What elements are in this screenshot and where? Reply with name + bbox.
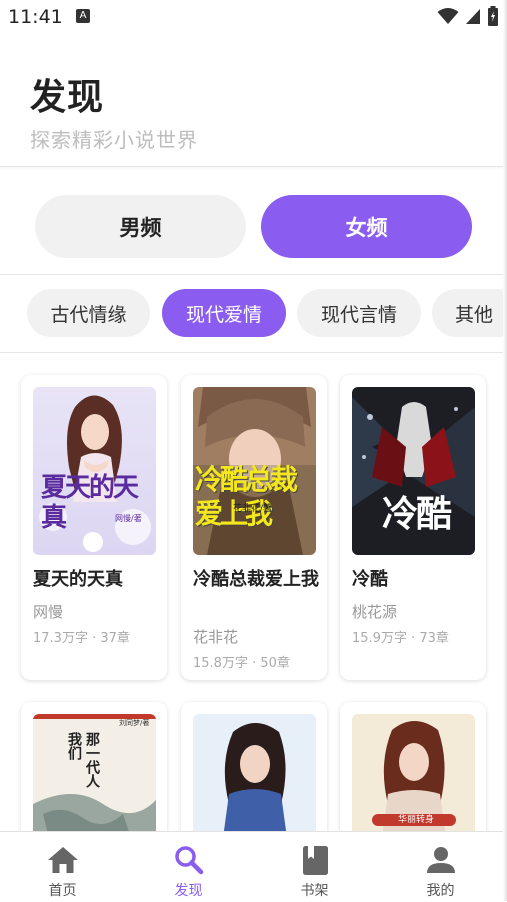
page-header: 发现 探索精彩小说世界: [0, 34, 503, 167]
search-icon: [175, 846, 204, 875]
nav-home-label: 首页: [48, 883, 77, 899]
book-card[interactable]: 冷酷 冷酷 桃花源 15.9万字 · 73章: [340, 375, 486, 680]
cover-title-text: 冷酷: [381, 494, 452, 535]
book-meta: 17.3万字 · 37章: [33, 631, 130, 646]
book-card[interactable]: 夏天的天真 网慢/著 夏天的天真 网慢 17.3万字 · 37章: [21, 375, 167, 680]
tag-modern-romance[interactable]: 现代言情: [297, 289, 421, 337]
tag-modern-love[interactable]: 现代爱情: [162, 289, 286, 337]
book-cover: 夏天的天真 网慢/著: [33, 387, 156, 555]
tag-other[interactable]: 其他: [432, 289, 503, 337]
book-title: 冷酷: [352, 569, 388, 590]
book-author: 网慢: [33, 603, 64, 621]
nav-profile[interactable]: 我的: [378, 832, 503, 902]
nav-bookshelf-label: 书架: [300, 883, 329, 899]
nav-discover-label: 发现: [174, 883, 203, 899]
home-icon: [48, 847, 78, 873]
book-meta: 15.8万字 · 50章: [193, 656, 290, 671]
nav-discover[interactable]: 发现: [126, 832, 251, 902]
signal-icon: [466, 9, 480, 24]
cover-author-text: 花非花/著: [233, 504, 273, 514]
page-title: 发现: [30, 77, 105, 118]
book-author: 花非花: [193, 628, 239, 646]
page-subtitle: 探索精彩小说世界: [30, 128, 198, 152]
book-title: 冷酷总裁爱上我: [193, 569, 319, 590]
book-card[interactable]: 冷酷总裁爱上我 花非花/著 冷酷总裁爱上我 花非花 15.8万字 · 50章: [181, 375, 327, 680]
gender-tab-bar: 男频 女频: [0, 174, 503, 275]
book-cover: 冷酷: [352, 387, 475, 555]
nav-profile-label: 我的: [426, 883, 455, 899]
bottom-nav: 首页 发现 书架 我的: [0, 831, 503, 902]
cover-title-text: 华丽转身: [397, 815, 434, 825]
book-title: 夏天的天真: [33, 569, 123, 590]
cover-title-text: 冷酷总裁爱上我: [195, 463, 298, 530]
cover-title-text: 那一代人 我们: [66, 732, 100, 788]
nav-bookshelf[interactable]: 书架: [252, 832, 377, 902]
tag-ancient-romance[interactable]: 古代情缘: [27, 289, 150, 337]
scroll-edge-shadow: [503, 0, 507, 901]
book-author: 桃花源: [352, 603, 398, 621]
status-bar: 11:41 A: [0, 0, 507, 34]
category-tag-bar: 古代情缘 现代爱情 现代言情 其他: [0, 276, 503, 353]
wifi-icon: [437, 8, 459, 24]
status-time: 11:41: [8, 6, 63, 28]
book-cover: 冷酷总裁爱上我 花非花/著: [193, 387, 316, 555]
cover-author-text: 刘同梦/著: [119, 719, 150, 727]
battery-icon: [488, 6, 498, 26]
book-meta: 15.9万字 · 73章: [352, 631, 449, 646]
nav-home[interactable]: 首页: [0, 832, 125, 902]
cover-author-text: 网慢/著: [115, 514, 142, 523]
cover-title-text: 夏天的天真: [41, 473, 139, 533]
tab-male[interactable]: 男频: [35, 195, 246, 258]
bookshelf-icon: [303, 846, 328, 875]
person-icon: [427, 847, 455, 873]
notification-icon: A: [76, 9, 90, 23]
tab-female[interactable]: 女频: [261, 195, 472, 258]
status-icons: [437, 6, 499, 26]
